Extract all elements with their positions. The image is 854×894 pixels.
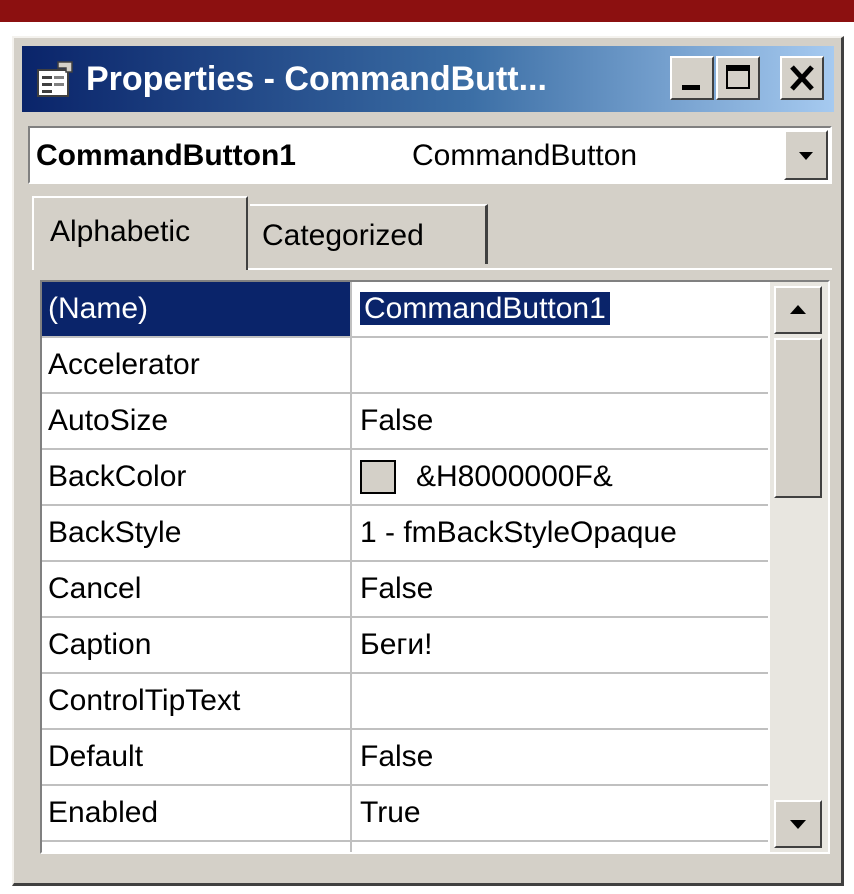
property-value[interactable]: False (360, 394, 768, 448)
property-row-partial (42, 842, 768, 852)
property-name: Accelerator (42, 338, 352, 392)
combo-dropdown-button[interactable] (784, 130, 828, 180)
tab-categorized[interactable]: Categorized (250, 204, 488, 264)
arrow-up-icon (790, 305, 806, 314)
property-value: CommandButton1 (360, 292, 610, 325)
close-button[interactable] (780, 56, 824, 100)
property-value-field[interactable]: CommandButton1 (360, 282, 768, 336)
window-title: Properties - CommandButt... (86, 60, 547, 98)
property-name: Cancel (42, 562, 352, 616)
property-name: Enabled (42, 786, 352, 840)
property-grid: (Name) CommandButton1 Accelerator AutoSi… (40, 280, 830, 854)
property-row-default[interactable]: Default False (42, 730, 768, 786)
property-row-caption[interactable]: Caption Беги! (42, 618, 768, 674)
chevron-down-icon (799, 152, 813, 160)
property-row-backstyle[interactable]: BackStyle 1 - fmBackStyleOpaque (42, 506, 768, 562)
property-name: Default (42, 730, 352, 784)
property-value-field[interactable]: &H8000000F& (360, 450, 768, 504)
property-value: &H8000000F& (416, 460, 613, 493)
property-value[interactable]: 1 - fmBackStyleOpaque (360, 506, 768, 560)
property-value[interactable]: False (360, 562, 768, 616)
property-row-enabled[interactable]: Enabled True (42, 786, 768, 842)
maximize-button[interactable] (716, 56, 760, 100)
property-name: (Name) (42, 282, 352, 336)
property-row-name[interactable]: (Name) CommandButton1 (42, 282, 768, 338)
minimize-button[interactable] (670, 56, 714, 100)
property-value[interactable] (360, 338, 768, 392)
title-bar[interactable]: Properties - CommandButt... (22, 46, 834, 112)
color-swatch (360, 460, 396, 494)
top-accent-bar (0, 0, 854, 22)
property-row-backcolor[interactable]: BackColor &H8000000F& (42, 450, 768, 506)
properties-window: Properties - CommandButt... CommandButto… (12, 36, 844, 886)
arrow-down-icon (790, 820, 806, 829)
vertical-scrollbar[interactable] (770, 282, 828, 852)
close-icon (790, 65, 814, 91)
properties-icon (37, 61, 73, 97)
property-name: BackColor (42, 450, 352, 504)
property-name (42, 842, 352, 852)
scroll-thumb[interactable] (774, 338, 822, 498)
object-type: CommandButton (412, 139, 638, 172)
property-value[interactable]: True (360, 786, 768, 840)
tab-alphabetic[interactable]: Alphabetic (32, 196, 248, 270)
property-name: AutoSize (42, 394, 352, 448)
object-selector-combo[interactable]: CommandButton1 CommandButton (28, 126, 832, 184)
property-name: BackStyle (42, 506, 352, 560)
property-row-controltiptext[interactable]: ControlTipText (42, 674, 768, 730)
property-row-accelerator[interactable]: Accelerator (42, 338, 768, 394)
scroll-down-button[interactable] (774, 800, 822, 848)
property-value[interactable]: Беги! (360, 618, 768, 672)
property-value[interactable] (360, 674, 768, 728)
property-name: ControlTipText (42, 674, 352, 728)
property-value[interactable]: False (360, 730, 768, 784)
scroll-up-button[interactable] (774, 286, 822, 334)
property-name: Caption (42, 618, 352, 672)
maximize-icon (726, 65, 750, 89)
property-row-cancel[interactable]: Cancel False (42, 562, 768, 618)
property-row-autosize[interactable]: AutoSize False (42, 394, 768, 450)
minimize-icon (682, 85, 700, 90)
object-name: CommandButton1 (36, 139, 296, 172)
